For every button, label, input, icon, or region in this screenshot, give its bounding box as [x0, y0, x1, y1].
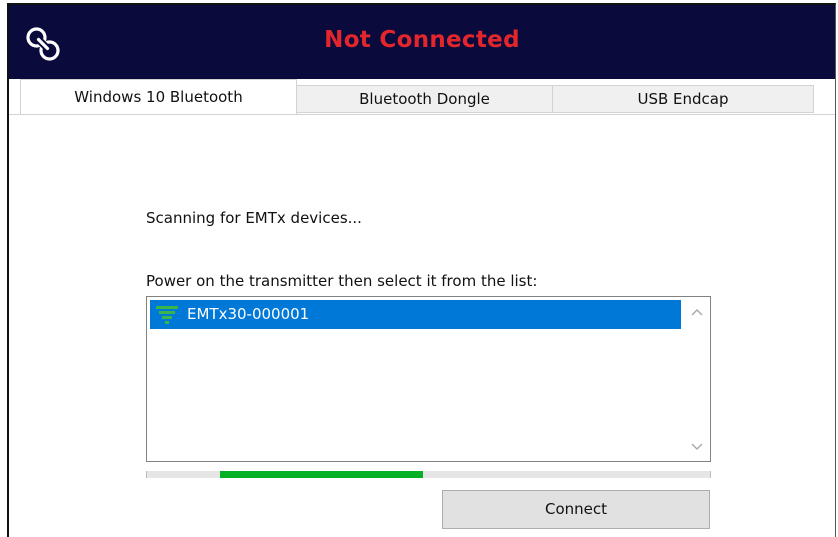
scroll-up-arrow-icon[interactable]	[690, 306, 704, 318]
tab-usb-endcap[interactable]: USB Endcap	[552, 85, 814, 113]
scanning-status-text: Scanning for EMTx devices...	[146, 209, 362, 227]
scan-progress-fill	[220, 471, 423, 478]
device-list[interactable]: EMTx30-000001	[146, 296, 711, 462]
device-list-item[interactable]: EMTx30-000001	[150, 300, 681, 329]
tab-panel: Scanning for EMTx devices... Power on th…	[9, 114, 835, 537]
instruction-text: Power on the transmitter then select it …	[146, 272, 538, 290]
scan-progress-bar	[146, 471, 711, 478]
tab-windows-10-bluetooth[interactable]: Windows 10 Bluetooth	[20, 79, 297, 115]
connect-button[interactable]: Connect	[442, 490, 710, 529]
title-bar: Not Connected	[9, 5, 835, 79]
device-name: EMTx30-000001	[187, 305, 310, 323]
tab-bluetooth-dongle[interactable]: Bluetooth Dongle	[296, 85, 553, 113]
app-window: Not Connected Windows 10 Bluetooth Bluet…	[7, 3, 836, 537]
tab-bar: Windows 10 Bluetooth Bluetooth Dongle US…	[9, 79, 835, 115]
connection-status: Not Connected	[324, 27, 520, 53]
scroll-down-arrow-icon[interactable]	[690, 441, 704, 453]
signal-strength-icon	[156, 306, 178, 324]
